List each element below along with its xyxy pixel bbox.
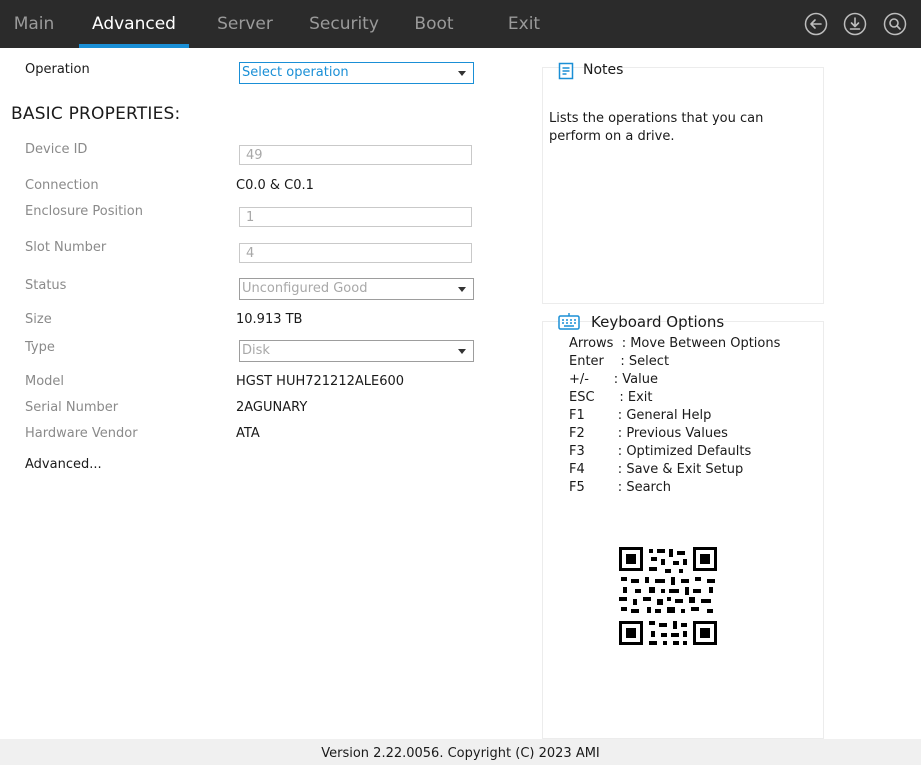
connection-value: C0.0 & C0.1 <box>236 178 314 193</box>
search-icon[interactable] <box>883 12 907 36</box>
tab-advanced[interactable]: Advanced <box>79 0 189 48</box>
keyboard-row: F5 : Search <box>569 480 671 495</box>
keyboard-icon <box>558 313 580 331</box>
keyboard-row: F3 : Optimized Defaults <box>569 444 752 459</box>
tab-main[interactable]: Main <box>0 0 68 48</box>
serial-number-label: Serial Number <box>25 400 119 415</box>
tab-boot[interactable]: Boot <box>404 0 464 48</box>
keyboard-row: Arrows : Move Between Options <box>569 336 781 351</box>
device-id-label: Device ID <box>25 142 88 157</box>
enclosure-position-label: Enclosure Position <box>25 204 143 219</box>
advanced-link[interactable]: Advanced... <box>25 457 102 472</box>
version-text: Version 2.22.0056. Copyright (C) 2023 AM… <box>321 746 600 761</box>
device-id-field: 49 <box>239 145 472 165</box>
keyboard-row: ESC : Exit <box>569 390 653 405</box>
size-value: 10.913 TB <box>236 312 303 327</box>
notes-title: Notes <box>583 62 624 78</box>
keyboard-row: Enter : Select <box>569 354 670 369</box>
enclosure-position-field: 1 <box>239 207 472 227</box>
type-select: Disk <box>239 340 474 362</box>
chevron-down-icon <box>458 71 466 76</box>
keyboard-row: F4 : Save & Exit Setup <box>569 462 744 477</box>
chevron-down-icon <box>458 349 466 354</box>
keyboard-row: F2 : Previous Values <box>569 426 728 441</box>
status-select-value: Unconfigured Good <box>242 281 368 296</box>
top-nav-bar: Main Advanced Server Security Boot Exit <box>0 0 921 48</box>
tab-advanced-label: Advanced <box>92 14 176 34</box>
section-title: BASIC PROPERTIES: <box>11 104 181 124</box>
qr-code <box>609 537 729 655</box>
status-label: Status <box>25 278 67 293</box>
type-select-value: Disk <box>242 343 270 358</box>
save-icon[interactable] <box>843 12 867 36</box>
keyboard-row: +/- : Value <box>569 372 658 387</box>
operation-label: Operation <box>25 62 90 77</box>
chevron-down-icon <box>458 287 466 292</box>
tab-exit[interactable]: Exit <box>494 0 554 48</box>
footer: Version 2.22.0056. Copyright (C) 2023 AM… <box>0 739 921 765</box>
back-icon[interactable] <box>804 12 828 36</box>
keyboard-options-panel: Keyboard Options Arrows : Move Between O… <box>542 313 824 739</box>
serial-number-value: 2AGUNARY <box>236 400 308 415</box>
keyboard-options-title: Keyboard Options <box>591 313 725 331</box>
tab-server[interactable]: Server <box>206 0 284 48</box>
properties-pane: Operation Select operation BASIC PROPERT… <box>10 48 540 738</box>
slot-number-label: Slot Number <box>25 240 107 255</box>
size-label: Size <box>25 312 52 327</box>
operation-select-value: Select operation <box>242 65 349 80</box>
tab-security[interactable]: Security <box>300 0 388 48</box>
notes-panel: Notes Lists the operations that you can … <box>542 62 824 304</box>
connection-label: Connection <box>25 178 99 193</box>
type-label: Type <box>25 340 55 355</box>
keyboard-row: F1 : General Help <box>569 408 712 423</box>
operation-select[interactable]: Select operation <box>239 62 474 84</box>
hardware-vendor-value: ATA <box>236 426 260 441</box>
notes-text: Lists the operations that you can perfor… <box>549 111 764 144</box>
slot-number-field: 4 <box>239 243 472 263</box>
status-select: Unconfigured Good <box>239 278 474 300</box>
hardware-vendor-label: Hardware Vendor <box>25 426 138 441</box>
notes-icon <box>557 62 575 80</box>
model-value: HGST HUH721212ALE600 <box>236 374 405 389</box>
model-label: Model <box>25 374 65 389</box>
